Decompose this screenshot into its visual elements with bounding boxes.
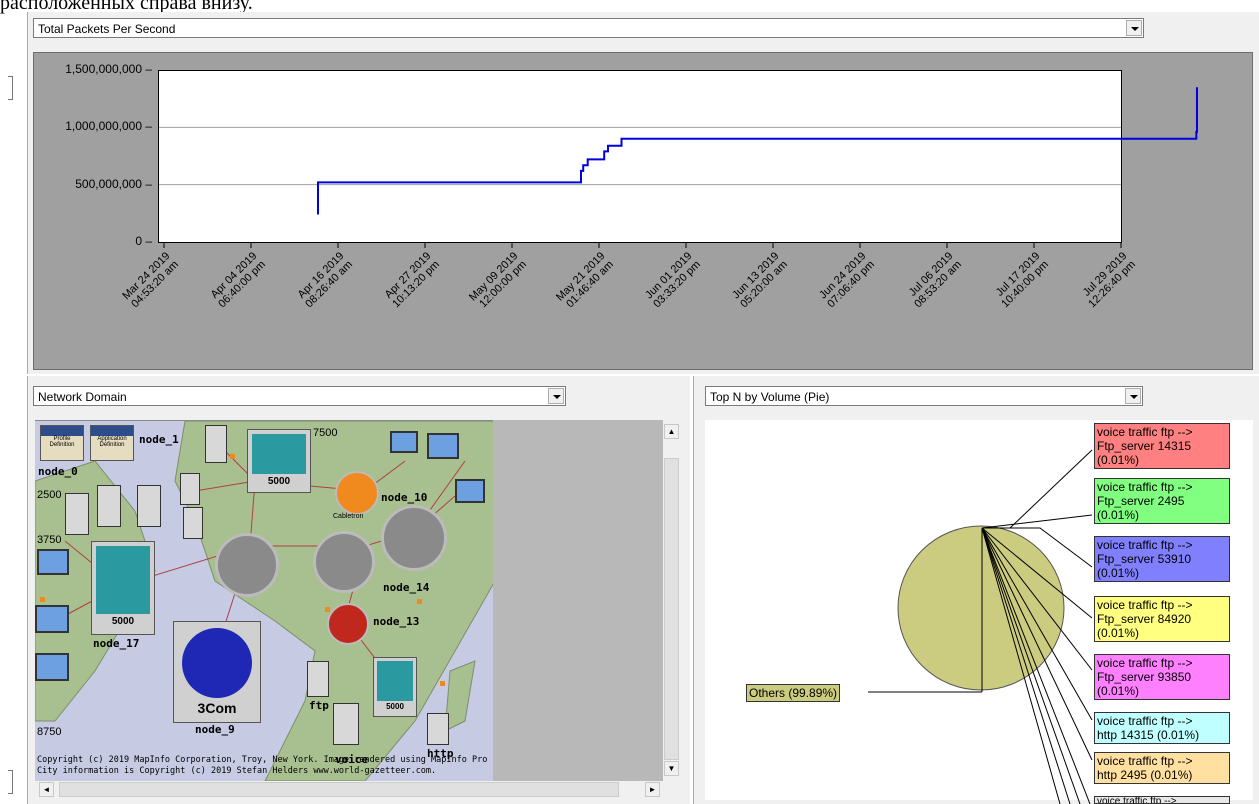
- pie-chart-svg: [868, 449, 1093, 804]
- pie-legend-item: voice traffic ftp --> Ftp_server 84920 (0.…: [1094, 596, 1230, 642]
- pie-label-others: Others (99.89%): [746, 684, 841, 702]
- pie-legend-item: voice traffic ftp --> Ftp_server 14315 (0.…: [1094, 423, 1230, 469]
- pie-legend-item: voice traffic ftp --> http 2495 (0.01%): [1094, 752, 1230, 784]
- leader-line: [982, 449, 1093, 529]
- pie-legend-cut: voice traffic ftp -->: [1094, 796, 1230, 804]
- leader-line: [981, 514, 1093, 529]
- pie-legend-item: voice traffic ftp --> Ftp_server 2495 (0.0…: [1094, 478, 1230, 524]
- pie-legend-item: voice traffic ftp --> http 14315 (0.01%): [1094, 712, 1230, 744]
- pie-slice-others: [897, 525, 1065, 691]
- pie-legend-item: voice traffic ftp --> Ftp_server 53910 (0.…: [1094, 536, 1230, 582]
- pie-legend-item: voice traffic ftp --> Ftp_server 93850 (0.…: [1094, 654, 1230, 700]
